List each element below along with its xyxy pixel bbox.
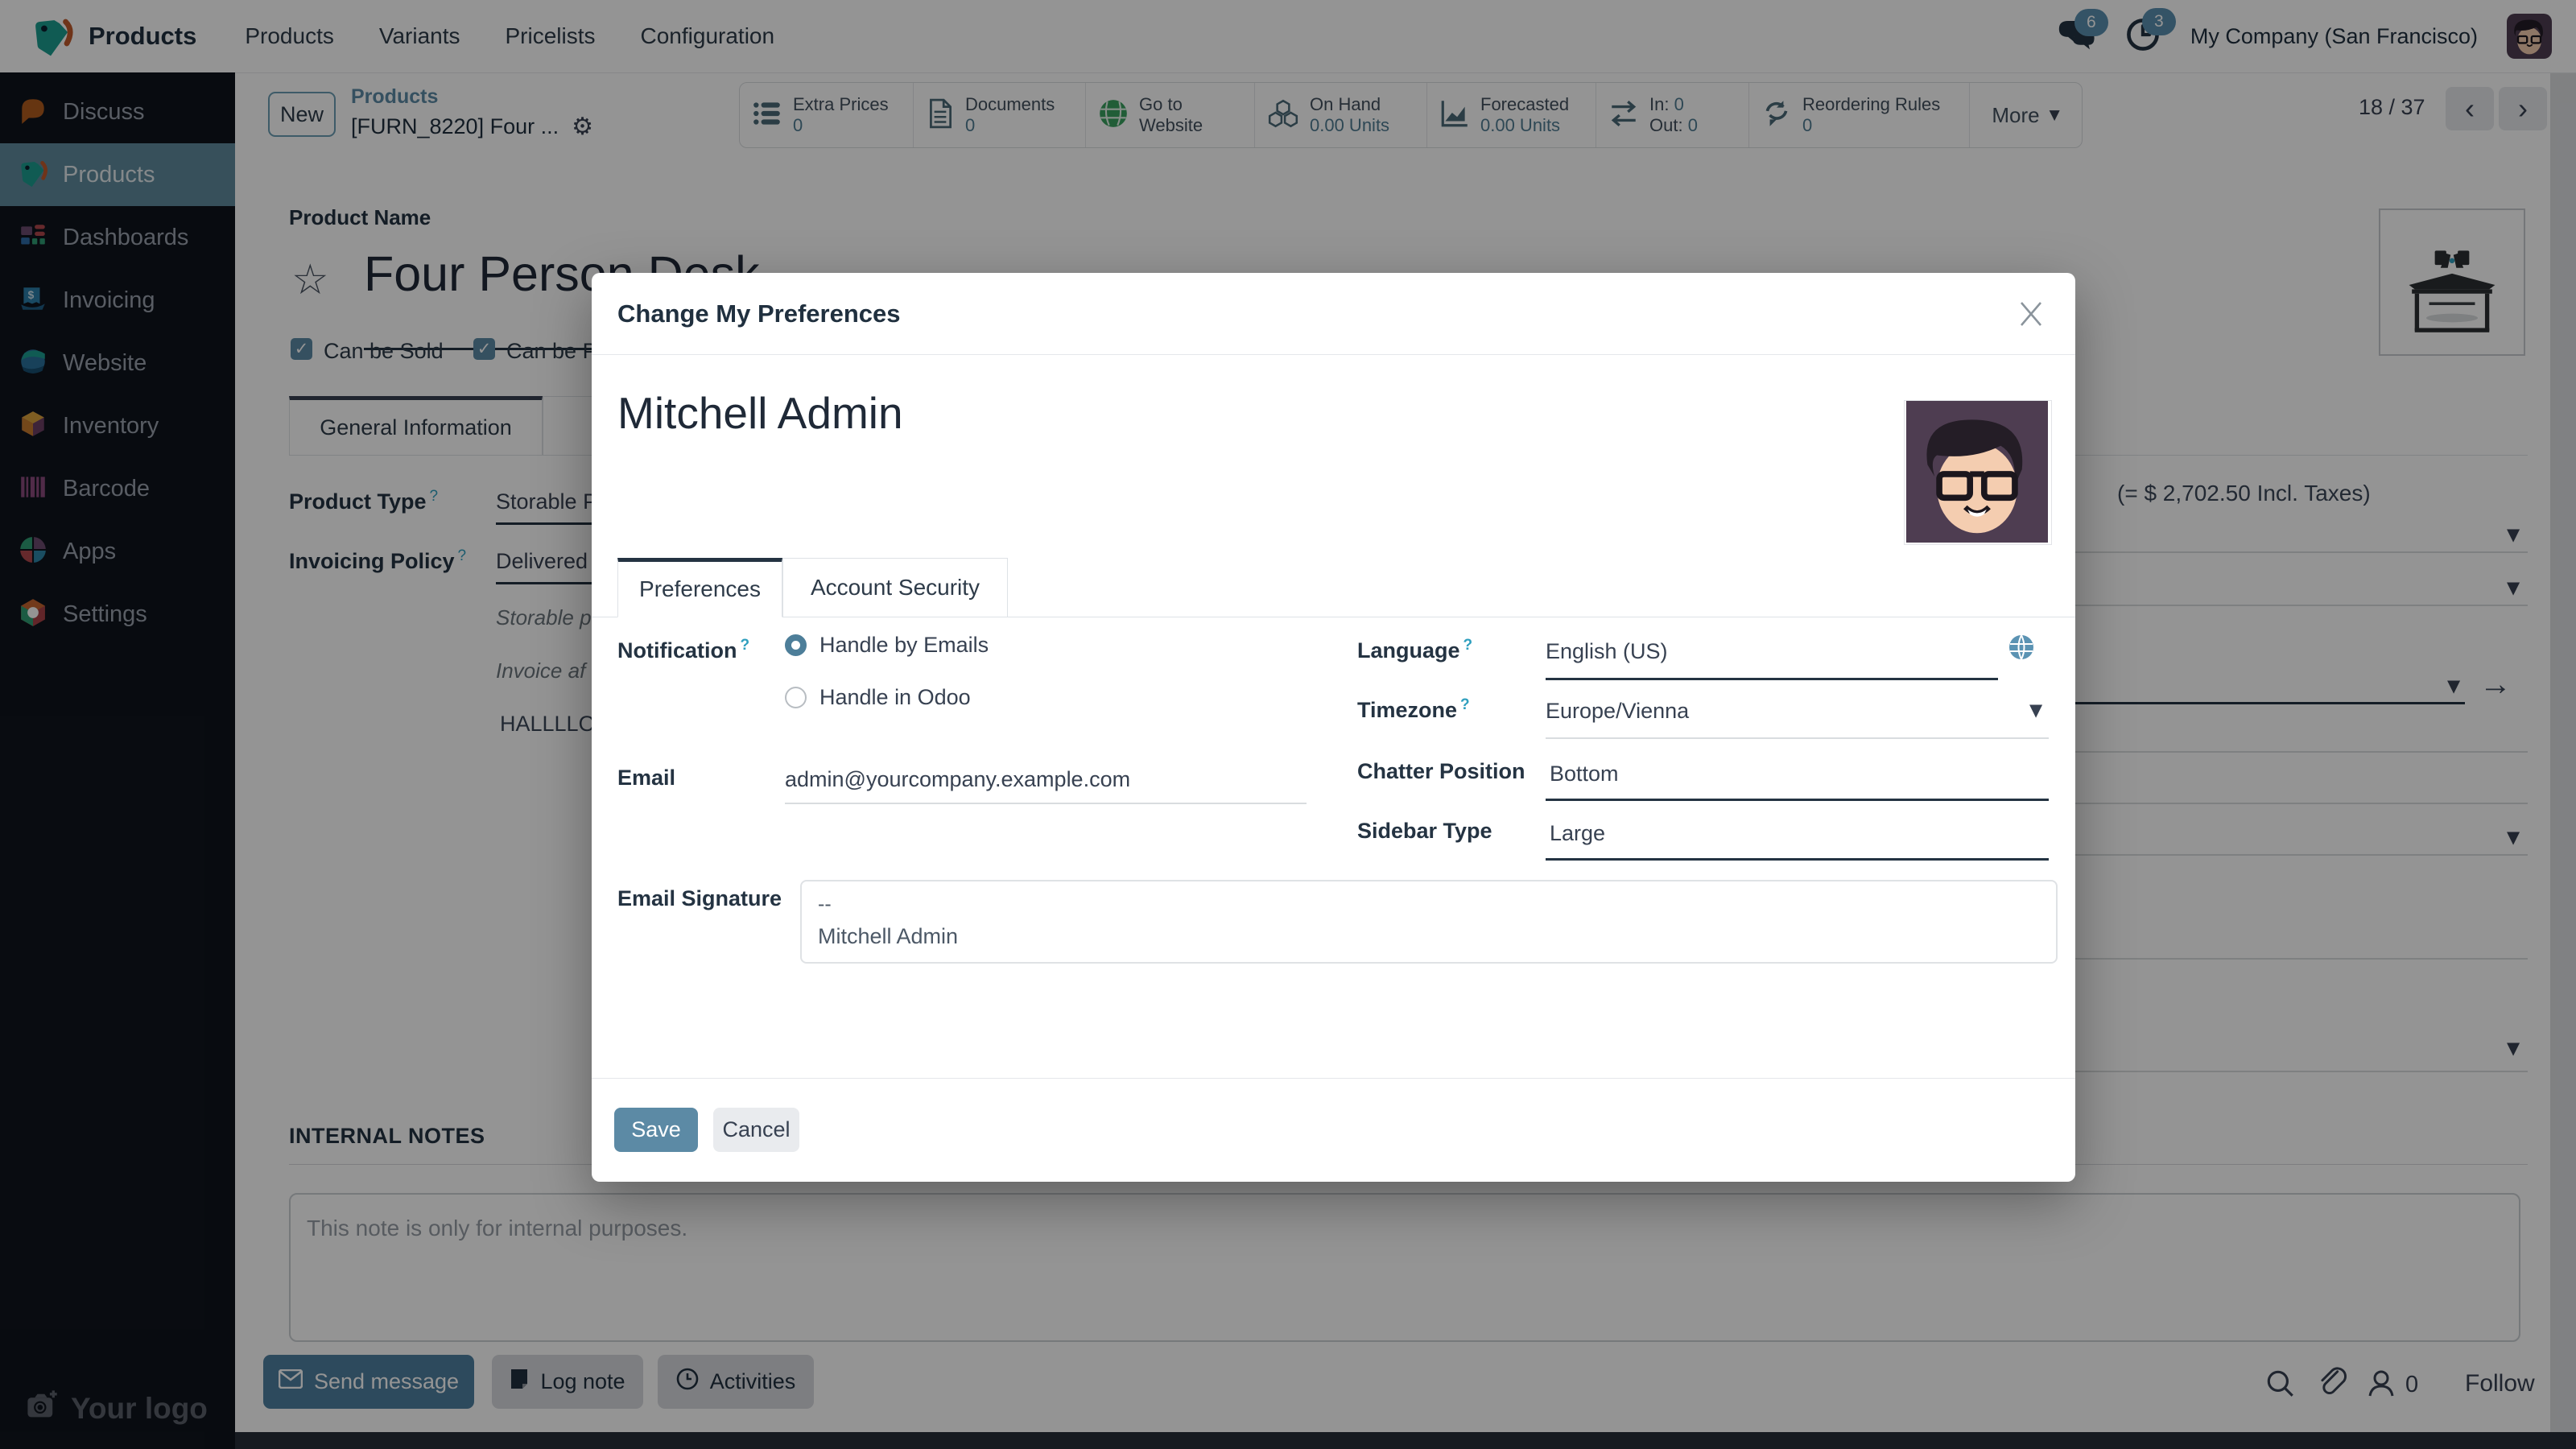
cancel-button[interactable]: Cancel: [713, 1108, 799, 1152]
radio-selected-icon: [785, 634, 807, 656]
radio-unselected-icon: [785, 687, 807, 708]
chatter-position-select[interactable]: Bottom: [1550, 762, 1619, 786]
chatter-position-label: Chatter Position: [1357, 759, 1525, 784]
tab-preferences[interactable]: Preferences: [617, 558, 782, 617]
help-icon: ?: [1463, 637, 1473, 654]
email-field[interactable]: admin@yourcompany.example.com: [785, 767, 1130, 792]
chevron-down-icon[interactable]: ▼: [2029, 700, 2042, 720]
signature-line: Mitchell Admin: [802, 916, 2056, 949]
dialog-header: Change My Preferences: [592, 273, 2075, 355]
preferences-dialog: Change My Preferences Mitchell Admin Pre…: [592, 273, 2075, 1182]
timezone-select[interactable]: Europe/Vienna: [1546, 699, 1689, 724]
email-label: Email: [617, 766, 675, 791]
language-label: Language?: [1357, 637, 1472, 663]
user-avatar-large[interactable]: [1904, 400, 2052, 545]
notification-label: Notification?: [617, 637, 749, 663]
globe-icon[interactable]: [2007, 633, 2036, 666]
email-signature-editor[interactable]: -- Mitchell Admin: [800, 880, 2058, 964]
signature-line: --: [802, 881, 2056, 916]
screen: Products Products Variants Pricelists Co…: [0, 0, 2576, 1449]
help-icon: ?: [741, 637, 750, 654]
user-name-heading: Mitchell Admin: [617, 387, 903, 439]
email-underline: [785, 803, 1307, 804]
radio-handle-by-emails[interactable]: Handle by Emails: [785, 633, 989, 658]
dialog-footer-divider: [592, 1078, 2075, 1079]
help-icon: ?: [1460, 696, 1470, 713]
sidebar-type-underline: [1546, 858, 2049, 861]
tab-account-security[interactable]: Account Security: [782, 558, 1008, 617]
dialog-title: Change My Preferences: [617, 299, 900, 328]
language-underline: [1546, 678, 1998, 680]
timezone-underline: [1546, 737, 2049, 739]
sidebar-type-select[interactable]: Large: [1550, 821, 1605, 846]
sidebar-type-label: Sidebar Type: [1357, 819, 1492, 844]
dialog-tabs: Preferences Account Security: [592, 557, 2075, 617]
email-signature-label: Email Signature: [617, 886, 782, 911]
save-button[interactable]: Save: [614, 1108, 698, 1152]
radio-handle-in-odoo[interactable]: Handle in Odoo: [785, 685, 971, 710]
chatter-position-underline: [1546, 799, 2049, 801]
close-icon[interactable]: [2017, 299, 2045, 336]
timezone-label: Timezone?: [1357, 696, 1470, 723]
language-field[interactable]: English (US): [1546, 639, 1668, 664]
